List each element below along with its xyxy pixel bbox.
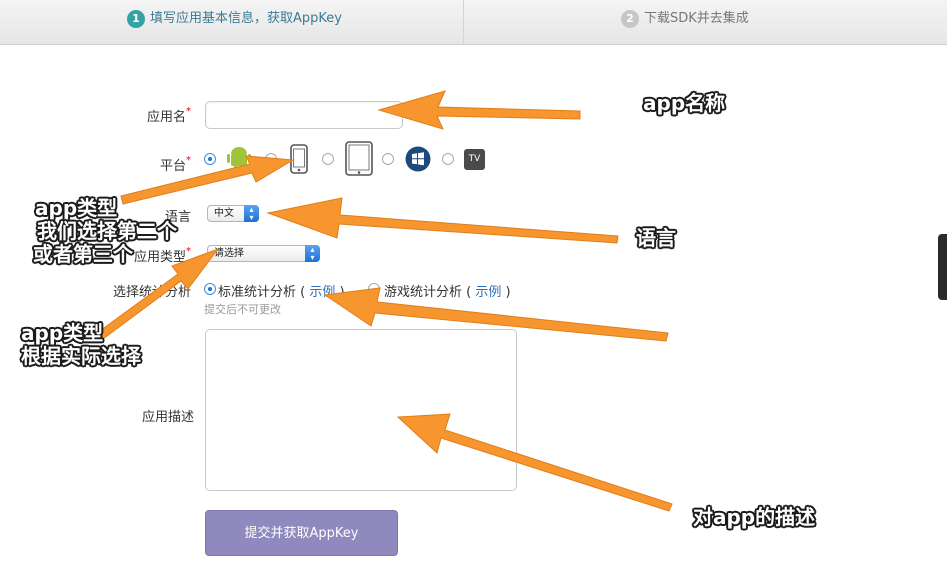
submit-button[interactable]: 提交并获取AppKey	[205, 510, 398, 556]
app-type-select-value: 请选择	[214, 248, 244, 259]
stat-radio-standard[interactable]	[204, 283, 216, 295]
tablet-icon	[345, 141, 373, 176]
tv-icon-text: TV	[468, 154, 481, 164]
description-label: 应用描述	[141, 410, 194, 425]
annotation-app-type-bottom-line2: 根据实际选择	[21, 344, 141, 368]
example-link-game[interactable]: 示例	[475, 285, 501, 300]
annotation-description: 对app的描述	[693, 505, 816, 529]
side-scroll-handle[interactable]	[938, 234, 947, 300]
app-name-label: 应用名*	[146, 106, 191, 125]
tv-icon: TV	[464, 149, 485, 170]
phone-icon	[290, 144, 308, 174]
step-2[interactable]: 2 下载SDK并去集成	[463, 0, 947, 44]
annotation-app-name: app名称	[643, 91, 726, 115]
step-2-number: 2	[621, 10, 639, 28]
stat-type-label: 选择统计分析	[112, 285, 191, 300]
language-select-value: 中文	[214, 208, 234, 219]
example-link-standard[interactable]: 示例	[309, 285, 335, 300]
platform-radio-phone[interactable]	[265, 153, 277, 165]
stat-option-standard: 标准统计分析 ( 示例 )	[218, 285, 345, 300]
step-1[interactable]: 1 填写应用基本信息，获取AppKey	[0, 0, 463, 44]
step-bar: 1 填写应用基本信息，获取AppKey 2 下载SDK并去集成	[0, 0, 947, 45]
windows-icon	[405, 146, 431, 172]
language-select[interactable]: 中文 ▴ ▾	[207, 205, 259, 222]
annotation-app-type-top-line2: 我们选择第二个	[37, 219, 177, 243]
app-name-input[interactable]	[205, 101, 403, 129]
step-1-number: 1	[127, 10, 145, 28]
platform-radio-android[interactable]	[204, 153, 216, 165]
platform-radio-windows[interactable]	[382, 153, 394, 165]
android-icon	[227, 147, 251, 171]
annotation-app-type-top: app类型 我们选择第二个 或者第三个	[33, 196, 177, 266]
platform-radio-tablet[interactable]	[322, 153, 334, 165]
description-textarea[interactable]	[205, 329, 517, 491]
annotation-app-type-bottom-line1: app类型	[21, 321, 104, 345]
step-2-label: 下载SDK并去集成	[644, 11, 749, 26]
step-1-label: 填写应用基本信息，获取AppKey	[150, 11, 342, 26]
stat-option-game: 游戏统计分析 ( 示例 )	[384, 285, 511, 300]
select-arrows-icon: ▴ ▾	[305, 245, 320, 262]
annotation-app-type-bottom: app类型 根据实际选择	[21, 322, 141, 368]
stat-radio-game[interactable]	[368, 283, 380, 295]
platform-label: 平台*	[159, 155, 191, 174]
stat-hint: 提交后不可更改	[204, 303, 281, 316]
app-type-select[interactable]: 请选择 ▴ ▾	[207, 245, 320, 262]
arrow-app-name	[377, 90, 581, 130]
arrow-language	[266, 197, 619, 244]
annotation-app-type-top-line3: 或者第三个	[33, 242, 133, 266]
annotation-app-type-top-line1: app类型	[35, 196, 118, 220]
select-arrows-icon: ▴ ▾	[244, 205, 259, 222]
platform-radio-tv[interactable]	[442, 153, 454, 165]
stat-option-standard-label: 标准统计分析	[218, 285, 297, 300]
stat-option-game-label: 游戏统计分析	[384, 285, 463, 300]
annotation-language: 语言	[636, 226, 676, 250]
